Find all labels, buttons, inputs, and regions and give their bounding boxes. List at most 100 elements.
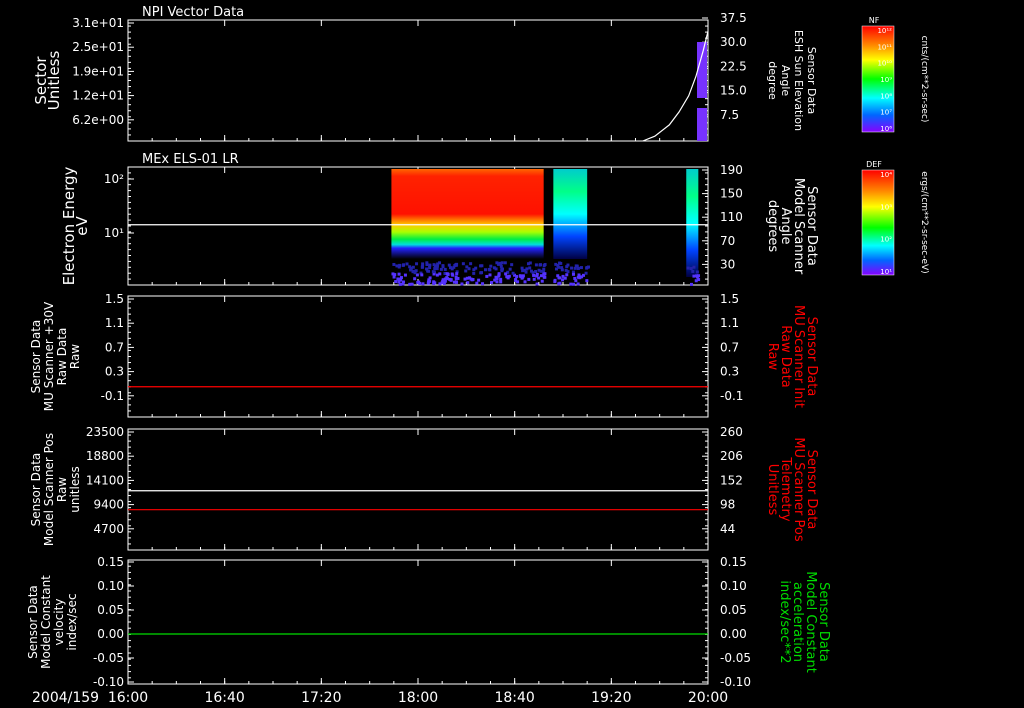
- spectrogram-speckle: [441, 265, 445, 269]
- left-tick-label: 0.7: [105, 340, 124, 354]
- spectrogram-speckle: [692, 265, 696, 269]
- left-tick-label: 0.15: [97, 555, 124, 569]
- left-tick-label: 1.1: [105, 316, 124, 330]
- spectrogram-speckle: [566, 270, 570, 274]
- spectrogram-speckle: [689, 282, 693, 286]
- colorbar-unit: cnts/(cm**2-sr-sec): [919, 36, 929, 123]
- spectrogram-speckle: [499, 280, 503, 284]
- colorbar-def: DEF 10⁴ 10³ 10² 10¹ ergs/(cm**2-sr-sec-eV): [861, 160, 929, 276]
- spectrogram-speckle: [433, 267, 437, 271]
- left-axis-label-line: Raw Data: [55, 328, 69, 386]
- spectrogram-speckle: [477, 278, 481, 282]
- right-tick-label: 30: [720, 257, 735, 271]
- spectrogram-speckle: [443, 279, 447, 283]
- left-tick-label: -0.05: [93, 651, 124, 665]
- spectrogram-speckle: [534, 269, 538, 273]
- left-tick-label: 6.2e+00: [72, 113, 124, 127]
- left-tick-label: 0.3: [105, 365, 124, 379]
- right-axis-label: Sensor DataMU Scanner PosTelemetryUnitle…: [765, 437, 819, 542]
- spectrogram-speckle: [399, 276, 403, 280]
- colorbar-tick-label: 10¹¹: [877, 43, 892, 51]
- spectrogram-speckle: [692, 274, 696, 278]
- right-tick-label: 1.1: [720, 316, 739, 330]
- spectrogram-speckle: [490, 281, 494, 285]
- spectrogram-speckle: [464, 269, 468, 273]
- left-axis-label-line: Unitless: [45, 51, 63, 111]
- x-tick-label: 19:20: [591, 690, 631, 706]
- right-axis-label: Sensor DataMU Scanner InitRaw DataRaw: [765, 305, 819, 408]
- left-axis-label: Sensor DataMU Scanner +30VRaw DataRaw: [29, 301, 82, 411]
- left-tick-label: 2.5e+01: [72, 40, 124, 54]
- spectrogram-speckle: [694, 279, 698, 283]
- colorbar-tick-label: 10⁴: [880, 171, 892, 179]
- spectrogram-speckle: [435, 273, 439, 277]
- left-tick-label: 0.05: [97, 603, 124, 617]
- right-tick-label: 260: [720, 425, 743, 439]
- spectrogram-speckle: [556, 263, 560, 267]
- x-tick-label: 16:40: [204, 690, 244, 706]
- right-tick-label: 7.5: [720, 108, 739, 122]
- spectrogram-speckle: [534, 263, 538, 267]
- right-tick-label: 70: [720, 234, 735, 248]
- left-axis-label-line: Sensor Data: [26, 585, 40, 659]
- spectrogram-speckle: [391, 272, 395, 276]
- spectrogram-speckle: [561, 278, 565, 282]
- spectrogram-speckle: [483, 268, 487, 272]
- spectrogram-speckle: [428, 266, 432, 270]
- spectrogram-speckle: [427, 280, 431, 284]
- spectrogram-speckle: [510, 263, 514, 267]
- left-tick-label: 18800: [86, 449, 124, 463]
- spectrogram-speckle: [487, 267, 491, 271]
- colorbar-label: DEF: [866, 160, 882, 169]
- colorbar-tick-label: 10¹: [880, 268, 892, 276]
- spectrogram-speckle: [470, 278, 474, 282]
- spectrogram-speckle: [398, 263, 402, 267]
- spectrogram-speckle: [420, 273, 424, 277]
- left-axis-label-line: eV: [73, 216, 91, 236]
- spectrogram-speckle: [454, 280, 458, 284]
- right-axis-label-line: Raw: [765, 343, 780, 371]
- right-tick-label: 98: [720, 498, 735, 512]
- spectrogram-speckle: [528, 266, 532, 270]
- colorbar-tick-label: 10³: [880, 203, 892, 211]
- spectrogram-speckle: [535, 272, 539, 276]
- x-tick-label: 20:00: [688, 690, 728, 706]
- spectrogram-speckle: [461, 262, 465, 266]
- colorbar-tick-label: 10¹⁰: [877, 60, 892, 68]
- panel-3: 1.5 1.1 0.7 0.3 -0.1 1.5 1.1 0.7 0.3 -0.1 Sensor D…: [29, 292, 819, 418]
- spectrogram-speckle: [508, 267, 512, 271]
- spectrogram-speckle: [454, 277, 458, 281]
- right-tick-label: -0.05: [720, 651, 751, 665]
- spectrogram-speckle: [410, 282, 414, 286]
- right-tick-label: 0.15: [720, 555, 747, 569]
- spectrogram-speckle: [465, 265, 469, 269]
- right-tick-label: 0.7: [720, 340, 739, 354]
- right-axis-label: Sensor DataModel Constantaccelerationind…: [777, 571, 831, 673]
- spectrogram-speckle: [499, 264, 503, 268]
- spectrogram-block: [553, 169, 588, 259]
- spectrogram-speckle: [497, 272, 501, 276]
- spectrogram-speckle: [489, 264, 493, 268]
- colorbar-tick-label: 10²: [880, 236, 892, 244]
- spectrogram-speckle: [556, 274, 560, 278]
- spectrogram-speckle: [432, 263, 436, 267]
- spectrogram-speckle: [532, 273, 536, 277]
- spectrogram-speckle: [526, 262, 530, 266]
- right-tick-label: -0.10: [720, 675, 751, 689]
- right-tick-label: 150: [720, 187, 743, 201]
- right-tick-label: -0.1: [720, 389, 743, 403]
- spectrogram-speckle: [572, 282, 576, 286]
- spectrogram-speckle: [501, 267, 505, 271]
- left-axis-label-line: Raw: [55, 477, 69, 502]
- spectrogram-speckle: [421, 282, 425, 286]
- spectrogram-speckle: [557, 282, 561, 286]
- spectrogram-speckle: [397, 280, 401, 284]
- spectrogram-speckle: [485, 274, 489, 278]
- spectrogram-speckle: [569, 282, 573, 286]
- spectrogram-speckle: [392, 275, 396, 279]
- left-axis-label-line: Sensor Data: [29, 320, 43, 394]
- spectrogram-speckle: [695, 270, 699, 274]
- spectrogram-speckle: [495, 261, 499, 265]
- spectrogram-speckle: [480, 271, 484, 275]
- left-axis-label-line: unitless: [68, 466, 82, 512]
